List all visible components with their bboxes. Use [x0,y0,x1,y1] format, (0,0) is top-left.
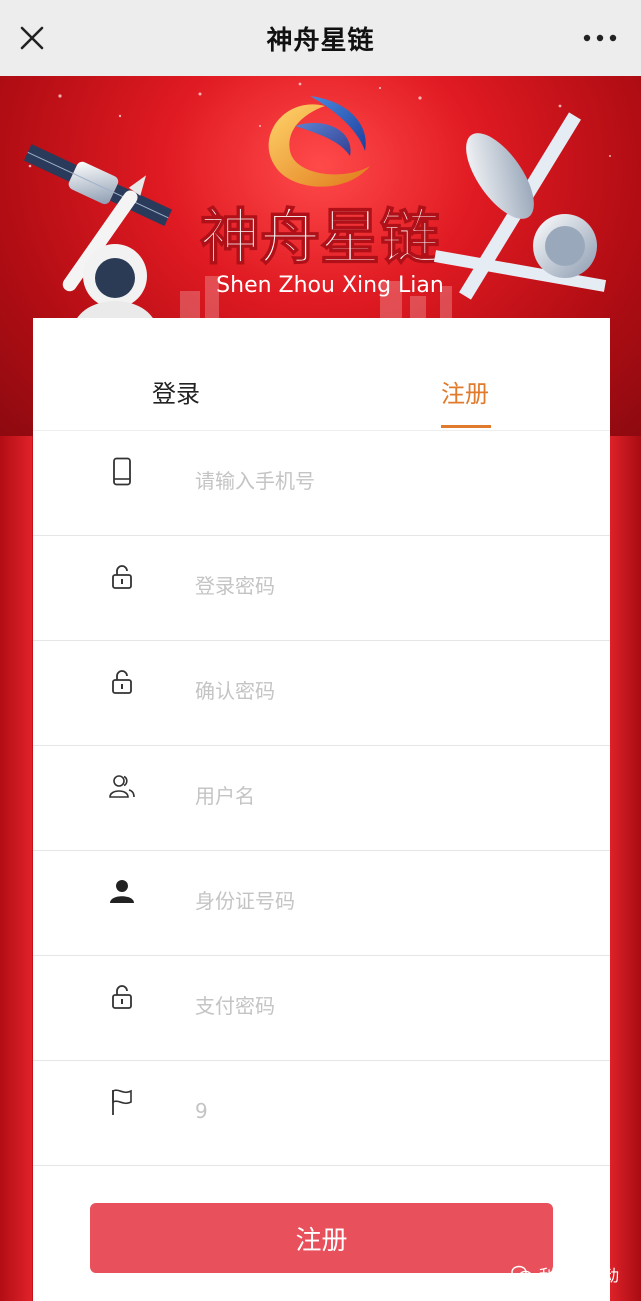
tab-login[interactable]: 登录 [152,374,200,409]
lock-icon [112,565,132,589]
brand-logo [268,96,370,187]
logo-subtext: Shen Zhou Xing Lian [216,273,444,298]
username-row [33,746,610,851]
id-number-input[interactable] [193,885,577,917]
background-right [609,436,641,1301]
watermark-text: 利箭在行动 [538,1266,619,1285]
users-icon [109,775,135,798]
watermark: 利箭在行动 [511,1262,619,1286]
logo-text: 神舟星链 [200,203,440,273]
pay-password-input[interactable] [193,990,577,1022]
invite-code-input[interactable] [193,1095,577,1127]
background-left [0,436,32,1301]
login-password-input[interactable] [193,570,577,602]
phone-icon [113,457,131,486]
auth-tabs: 登录 注册 [33,318,610,431]
tab-register[interactable]: 注册 [441,374,489,409]
satellite-left [23,144,173,226]
person-icon [110,880,134,903]
phone-input[interactable] [193,465,577,497]
more-icon[interactable] [583,34,617,42]
phone-row [33,431,610,536]
id-number-row [33,851,610,956]
register-button[interactable]: 注册 [90,1203,553,1273]
confirm-password-row [33,641,610,746]
top-bar: 神舟星链 [0,0,641,76]
login-password-row [33,536,610,641]
flag-icon [112,1089,132,1115]
username-input[interactable] [193,780,577,812]
invite-code-row [33,1061,610,1166]
active-tab-indicator [441,425,491,428]
wechat-icon [511,1265,533,1282]
satellite-right [433,112,607,300]
lock-icon [112,985,132,1009]
page-title: 神舟星链 [266,26,375,56]
confirm-password-input[interactable] [193,675,577,707]
register-card: 登录 注册 请输入手机号 用户名 身份证号码 9 注册 [33,318,610,1301]
pay-password-row [33,956,610,1061]
lock-icon [112,670,132,694]
